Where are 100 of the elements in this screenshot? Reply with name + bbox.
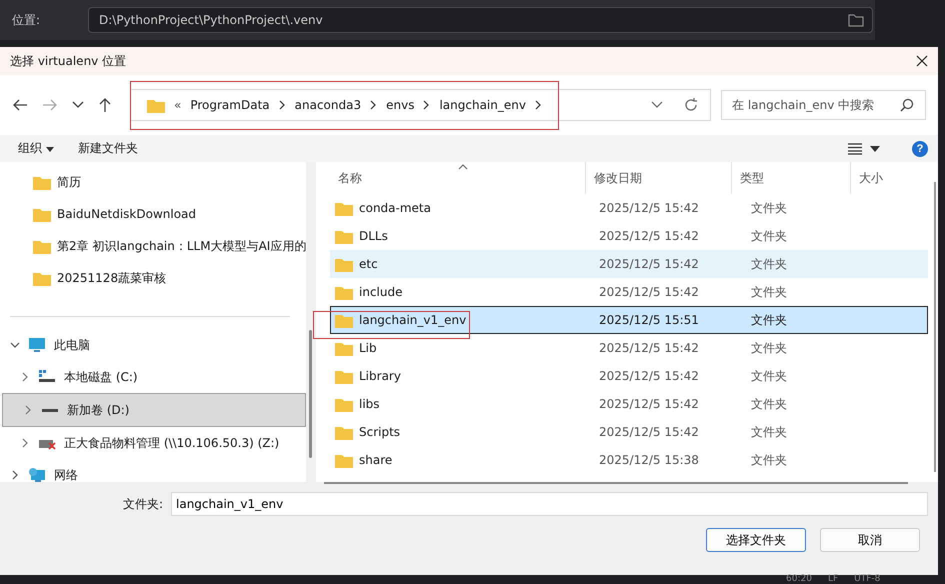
- file-name: libs: [359, 397, 380, 411]
- file-row[interactable]: Lib 2025/12/5 15:42 文件夹: [330, 334, 928, 362]
- modified-date: 2025/12/5 15:42: [598, 229, 700, 243]
- search-icon: [900, 98, 914, 112]
- dialog-button[interactable]: 取消: [820, 528, 920, 552]
- modified-date: 2025/12/5 15:42: [598, 201, 700, 215]
- help-icon[interactable]: ?: [912, 140, 928, 156]
- dialog-button[interactable]: 选择文件夹: [706, 528, 806, 552]
- file-name: langchain_v1_env: [359, 313, 466, 327]
- location-label: 位置:: [12, 12, 42, 28]
- chevron-right-icon[interactable]: [278, 100, 286, 110]
- file-name: DLLs: [359, 229, 388, 243]
- folder-icon: [335, 256, 353, 272]
- file-row[interactable]: Library 2025/12/5 15:42 文件夹: [330, 362, 928, 390]
- column-header[interactable]: 类型: [732, 162, 851, 194]
- file-type: 文件夹: [750, 228, 788, 244]
- modified-date: 2025/12/5 15:42: [598, 341, 700, 355]
- file-type: 文件夹: [750, 396, 788, 412]
- quick-access-item[interactable]: 第2章 初识langchain：LLM大模型与AI应用的: [0, 230, 306, 262]
- folder-label: 文件夹:: [122, 496, 163, 512]
- column-header[interactable]: 名称: [316, 162, 586, 194]
- network-icon: [28, 467, 46, 483]
- modified-date: 2025/12/5 15:42: [598, 397, 700, 411]
- overflow-chevron[interactable]: «: [174, 98, 182, 112]
- column-header[interactable]: 大小: [851, 162, 921, 194]
- chevron-right-icon[interactable]: [423, 100, 430, 110]
- file-type: 文件夹: [750, 256, 788, 272]
- breadcrumb-item[interactable]: ProgramData: [190, 98, 270, 112]
- folder-name-field[interactable]: langchain_v1_env: [171, 492, 928, 516]
- refresh-icon[interactable]: [684, 98, 698, 112]
- address-bar[interactable]: « ProgramData anaconda3 envs langchain_env: [130, 89, 711, 121]
- folder-icon: [335, 368, 353, 384]
- file-row[interactable]: etc 2025/12/5 15:42 文件夹: [330, 250, 928, 278]
- status-item: UTF-8: [854, 575, 880, 584]
- close-icon[interactable]: [916, 55, 928, 67]
- file-name: share: [359, 453, 392, 467]
- folder-icon: [33, 238, 51, 254]
- file-type: 文件夹: [750, 200, 788, 216]
- sort-caret-icon: [458, 164, 468, 170]
- location-value: D:\PythonProject\PythonProject\.venv: [99, 13, 323, 27]
- search-field[interactable]: 在 langchain_env 中搜索: [721, 90, 926, 120]
- folder-icon: [335, 312, 353, 328]
- chevron-down-icon[interactable]: [72, 101, 84, 109]
- chevron-down-icon[interactable]: [651, 101, 663, 109]
- file-row[interactable]: conda-meta 2025/12/5 15:42 文件夹: [330, 194, 928, 222]
- folder-icon: [33, 206, 51, 222]
- modified-date: 2025/12/5 15:51: [598, 313, 700, 327]
- file-name: include: [359, 285, 402, 299]
- file-type: 文件夹: [750, 312, 788, 328]
- file-type: 文件夹: [750, 340, 788, 356]
- quick-access-item[interactable]: BaiduNetdiskDownload: [0, 198, 306, 230]
- caret-icon[interactable]: [870, 146, 880, 152]
- folder-icon: [335, 228, 353, 244]
- scrollbar[interactable]: [934, 182, 936, 472]
- quick-access-item[interactable]: 20251128蔬菜审核: [0, 262, 306, 294]
- monitor-icon: [28, 337, 46, 353]
- breadcrumb-item[interactable]: anaconda3: [294, 98, 362, 112]
- status-item: 60:20: [786, 575, 812, 584]
- up-arrow-icon[interactable]: [98, 97, 112, 113]
- tree-item[interactable]: 正大食品物料管理 (\\10.106.50.3) (Z:): [0, 427, 306, 459]
- file-name: conda-meta: [359, 201, 431, 215]
- file-row[interactable]: include 2025/12/5 15:42 文件夹: [330, 278, 928, 306]
- file-row[interactable]: Scripts 2025/12/5 15:42 文件夹: [330, 418, 928, 446]
- modified-date: 2025/12/5 15:38: [598, 453, 700, 467]
- new-folder-button[interactable]: 新建文件夹: [70, 138, 146, 159]
- tree-item[interactable]: 本地磁盘 (C:): [0, 361, 306, 393]
- file-row[interactable]: DLLs 2025/12/5 15:42 文件夹: [330, 222, 928, 250]
- column-header[interactable]: 修改日期: [586, 162, 732, 194]
- tree-item[interactable]: 网络: [0, 459, 306, 491]
- quick-access-item[interactable]: 简历: [0, 166, 306, 198]
- organize-menu[interactable]: 组织: [10, 138, 62, 159]
- file-type: 文件夹: [750, 368, 788, 384]
- file-name: Library: [359, 369, 401, 383]
- folder-icon[interactable]: [848, 13, 864, 27]
- chevron-right-icon[interactable]: [10, 470, 20, 480]
- chevron-right-icon[interactable]: [534, 100, 542, 110]
- breadcrumb-item[interactable]: envs: [386, 98, 414, 112]
- scrollbar[interactable]: [309, 330, 312, 458]
- tree-item[interactable]: 此电脑: [0, 329, 306, 361]
- modified-date: 2025/12/5 15:42: [598, 369, 700, 383]
- chevron-right-icon[interactable]: [370, 100, 378, 110]
- chevron-down-icon[interactable]: [10, 340, 20, 350]
- scrollbar[interactable]: [324, 482, 908, 484]
- file-row[interactable]: langchain_v1_env 2025/12/5 15:51 文件夹: [330, 306, 928, 334]
- folder-icon: [335, 284, 353, 300]
- file-name: etc: [359, 257, 378, 271]
- folder-icon: [335, 340, 353, 356]
- modified-date: 2025/12/5 15:42: [598, 257, 700, 271]
- folder-icon: [33, 270, 51, 286]
- location-field[interactable]: D:\PythonProject\PythonProject\.venv: [88, 7, 873, 33]
- breadcrumb-item[interactable]: langchain_env: [439, 98, 526, 112]
- file-name: Lib: [359, 341, 377, 355]
- file-row[interactable]: libs 2025/12/5 15:42 文件夹: [330, 390, 928, 418]
- file-row[interactable]: share 2025/12/5 15:38 文件夹: [330, 446, 928, 474]
- back-arrow-icon[interactable]: [12, 98, 28, 112]
- file-name: Scripts: [359, 425, 400, 439]
- tree-item[interactable]: 新加卷 (D:): [2, 393, 306, 427]
- status-item: LF: [828, 575, 838, 584]
- view-menu-icon[interactable]: [848, 142, 862, 154]
- file-type: 文件夹: [750, 452, 788, 468]
